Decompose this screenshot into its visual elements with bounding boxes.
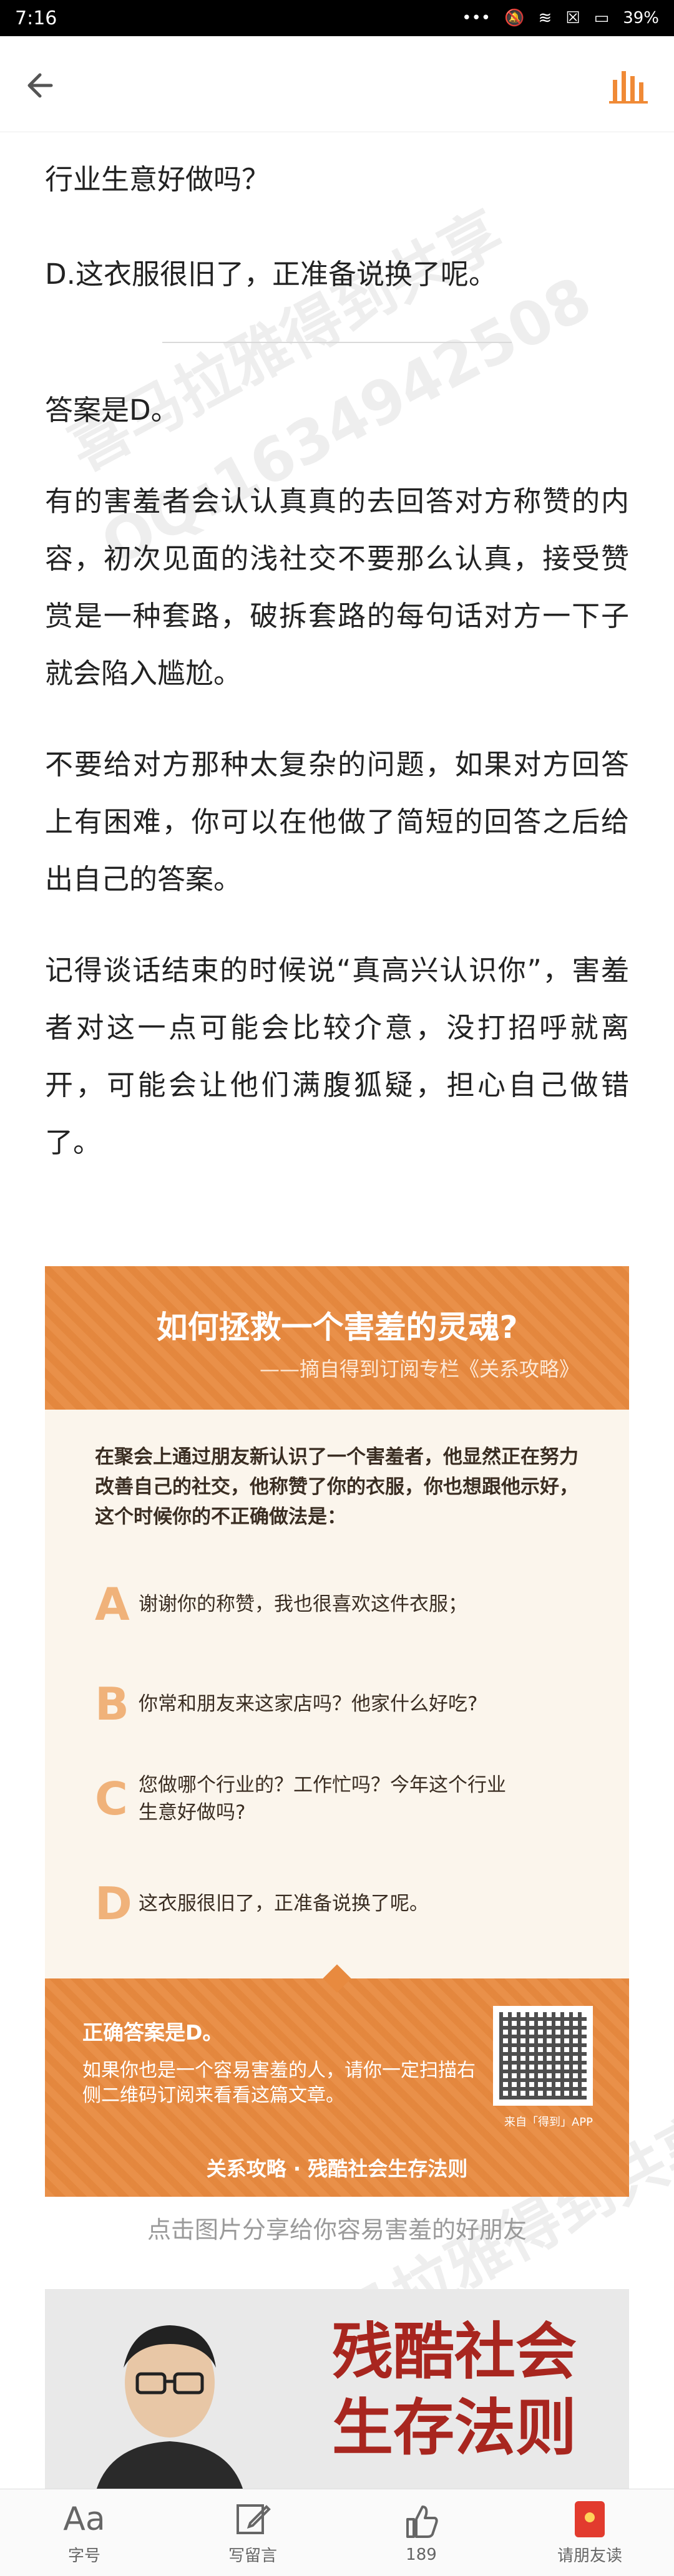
- article-paragraph: 有的害羞者会认认真真的去回答对方称赞的内容，初次见面的浅社交不要那么认真，接受赞…: [45, 485, 629, 690]
- subscribe-hint: 如果你也是一个容易害羞的人，请你一定扫描右侧二维码订阅来看看这篇文章。: [82, 2060, 476, 2106]
- quiz-option: B 你常和朋友来这家店吗？他家什么好吃?: [95, 1678, 594, 1730]
- more-dots-icon: •••: [462, 9, 491, 27]
- book-title: 残酷社会 生存法则: [332, 2314, 577, 2466]
- book-promo-banner[interactable]: 残酷社会 生存法则: [45, 2289, 629, 2489]
- option-text: 你常和朋友来这家店吗？他家什么好吃?: [139, 1693, 478, 1715]
- bottom-toolbar: Aa 字号 写留言 189 请朋友读: [0, 2489, 674, 2576]
- battery-icon: ▭: [593, 9, 610, 27]
- answer-line: 答案是D。: [45, 394, 179, 427]
- like-button[interactable]: 189: [337, 2489, 506, 2576]
- infographic-subtitle: ——摘自得到订阅专栏《关系攻略》: [259, 1357, 579, 1381]
- infographic-footer-text: 关系攻略 · 残酷社会生存法则: [206, 2157, 468, 2181]
- divider: [162, 342, 512, 343]
- thumbs-up-icon: [406, 2505, 438, 2538]
- quiz-option: C 您做哪个行业的？工作忙吗？今年这个行业生意好做吗?: [95, 1771, 594, 1826]
- quiz-infographic[interactable]: 如何拯救一个害羞的灵魂? ——摘自得到订阅专栏《关系攻略》 在聚会上通过朋友新认…: [45, 1266, 629, 2197]
- book-title-line: 残酷社会: [332, 2316, 577, 2388]
- write-comment-button[interactable]: 写留言: [168, 2489, 337, 2576]
- book-title-line: 生存法则: [332, 2392, 577, 2464]
- like-count: 189: [406, 2545, 437, 2564]
- invite-friend-button[interactable]: 请朋友读: [506, 2489, 674, 2576]
- option-letter: B: [95, 1678, 129, 1730]
- article-body: 行业生意好做吗？ D.这衣服很旧了，正准备说换了呢。 答案是D。 有的害羞者会认…: [45, 132, 629, 1171]
- quiz-option: A 谢谢你的称赞，我也很喜欢这件衣服；: [95, 1578, 594, 1630]
- status-icons: ••• 🔕 ≋ ☒ ▭ 39%: [462, 9, 659, 27]
- article-paragraph: 不要给对方那种太复杂的问题，如果对方回答上有困难，你可以在他做了简短的回答之后给…: [45, 748, 629, 896]
- notch-decoration: [323, 1964, 351, 1993]
- author-portrait-icon: [96, 2325, 243, 2489]
- red-packet-icon: [575, 2499, 605, 2539]
- infographic-title: 如何拯救一个害羞的灵魂?: [156, 1309, 518, 1345]
- infographic-header: 如何拯救一个害羞的灵魂? ——摘自得到订阅专栏《关系攻略》: [45, 1266, 629, 1410]
- option-text: 谢谢你的称赞，我也很喜欢这件衣服；: [139, 1593, 467, 1615]
- font-size-button[interactable]: Aa 字号: [0, 2489, 168, 2576]
- option-letter: D: [95, 1877, 132, 1930]
- status-time: 7:16: [15, 7, 57, 29]
- correct-answer: 正确答案是D。: [82, 2020, 223, 2045]
- font-size-icon: Aa: [63, 2501, 105, 2538]
- infographic-footer-panel: 正确答案是D。 如果你也是一个容易害羞的人，请你一定扫描右侧二维码订阅来看看这篇…: [45, 1964, 629, 2197]
- tab-label: 字号: [67, 2547, 100, 2565]
- mute-icon: 🔕: [504, 9, 525, 27]
- app-header: [0, 36, 674, 132]
- tab-label: 写留言: [228, 2547, 277, 2565]
- option-letter: A: [95, 1578, 130, 1630]
- article-line: D.这衣服很旧了，正准备说换了呢。: [45, 258, 497, 291]
- quiz-option: D 这衣服很旧了，正准备说换了呢。: [95, 1877, 594, 1930]
- sim-icon: ☒: [565, 9, 580, 27]
- write-comment-icon: [237, 2504, 271, 2534]
- article-paragraph: 记得谈话结束的时候说“真高兴认识你”，害羞者对这一点可能会比较介意，没打招呼就离…: [45, 954, 629, 1159]
- image-caption: 点击图片分享给你容易害羞的好朋友: [147, 2216, 527, 2244]
- status-bar: 7:16 ••• 🔕 ≋ ☒ ▭ 39%: [0, 0, 674, 36]
- battery-percent: 39%: [623, 9, 659, 27]
- wifi-icon: ≋: [538, 9, 552, 27]
- back-arrow-icon[interactable]: [21, 64, 65, 107]
- quiz-question: 在聚会上通过朋友新认识了一个害羞者，他显然正在努力改善自己的社交，他称赞了你的衣…: [95, 1446, 579, 1528]
- tab-label: 请朋友读: [557, 2547, 622, 2565]
- qr-caption: 来自「得到」APP: [504, 2116, 593, 2129]
- article-line: 行业生意好做吗？: [45, 163, 270, 196]
- audio-play-icon[interactable]: [609, 67, 653, 105]
- option-text: 这衣服很旧了，正准备说换了呢。: [139, 1892, 429, 1915]
- option-text: 您做哪个行业的？工作忙吗？今年这个行业生意好做吗?: [139, 1774, 506, 1824]
- qr-code: [493, 2006, 593, 2106]
- option-letter: C: [95, 1773, 128, 1825]
